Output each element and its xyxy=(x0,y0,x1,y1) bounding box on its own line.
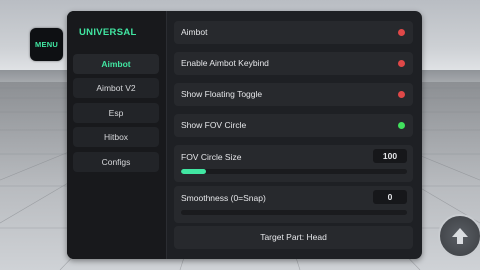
status-dot-icon[interactable] xyxy=(398,122,405,129)
script-hub-window: UNIVERSAL Aimbot Aimbot V2 Esp Hitbox Co… xyxy=(67,11,422,259)
target-part-selector[interactable]: Target Part: Head xyxy=(174,226,413,249)
sidebar-item-label: Aimbot V2 xyxy=(96,83,136,93)
fov-size-slider-track[interactable] xyxy=(181,169,407,174)
sidebar-item-hitbox[interactable]: Hitbox xyxy=(73,127,159,147)
smoothness-slider-row: Smoothness (0=Snap) 0 xyxy=(174,186,413,223)
toggle-label: Show Floating Toggle xyxy=(181,89,263,99)
status-dot-icon[interactable] xyxy=(398,60,405,67)
arrow-up-icon xyxy=(452,228,468,244)
toggle-label: Show FOV Circle xyxy=(181,120,247,130)
menu-toggle-label: MENU xyxy=(35,40,58,49)
sidebar-divider xyxy=(166,11,167,259)
status-dot-icon[interactable] xyxy=(398,29,405,36)
aimbot-toggle-row[interactable]: Aimbot xyxy=(174,21,413,44)
jump-button[interactable] xyxy=(438,214,480,258)
slider-fill xyxy=(181,169,206,174)
slider-label: FOV Circle Size xyxy=(181,152,242,162)
slider-label: Smoothness (0=Snap) xyxy=(181,193,266,203)
sidebar-item-label: Configs xyxy=(101,157,131,167)
sidebar-item-esp[interactable]: Esp xyxy=(73,103,159,123)
sidebar-item-aimbot-v2[interactable]: Aimbot V2 xyxy=(73,78,159,98)
toggle-label: Enable Aimbot Keybind xyxy=(181,58,269,68)
smoothness-slider-track[interactable] xyxy=(181,210,407,215)
sidebar-item-aimbot[interactable]: Aimbot xyxy=(73,54,159,74)
fov-circle-toggle-row[interactable]: Show FOV Circle xyxy=(174,114,413,137)
window-title: UNIVERSAL xyxy=(79,27,137,38)
sidebar: UNIVERSAL Aimbot Aimbot V2 Esp Hitbox Co… xyxy=(67,11,166,259)
floating-toggle-row[interactable]: Show Floating Toggle xyxy=(174,83,413,106)
slider-value-box[interactable]: 100 xyxy=(373,149,407,163)
aimbot-keybind-toggle-row[interactable]: Enable Aimbot Keybind xyxy=(174,52,413,75)
sidebar-item-label: Hitbox xyxy=(103,132,129,142)
game-viewport: MENU UNIVERSAL Aimbot Aimbot V2 Esp Hitb… xyxy=(0,0,480,270)
toggle-label: Aimbot xyxy=(181,27,208,37)
target-part-label: Target Part: Head xyxy=(260,232,327,242)
sidebar-item-label: Aimbot xyxy=(101,59,131,69)
sidebar-item-configs[interactable]: Configs xyxy=(73,152,159,172)
sidebar-item-label: Esp xyxy=(108,108,124,118)
menu-toggle-button[interactable]: MENU xyxy=(30,28,63,61)
status-dot-icon[interactable] xyxy=(398,91,405,98)
fov-size-slider-row: FOV Circle Size 100 xyxy=(174,145,413,182)
slider-value-box[interactable]: 0 xyxy=(373,190,407,204)
